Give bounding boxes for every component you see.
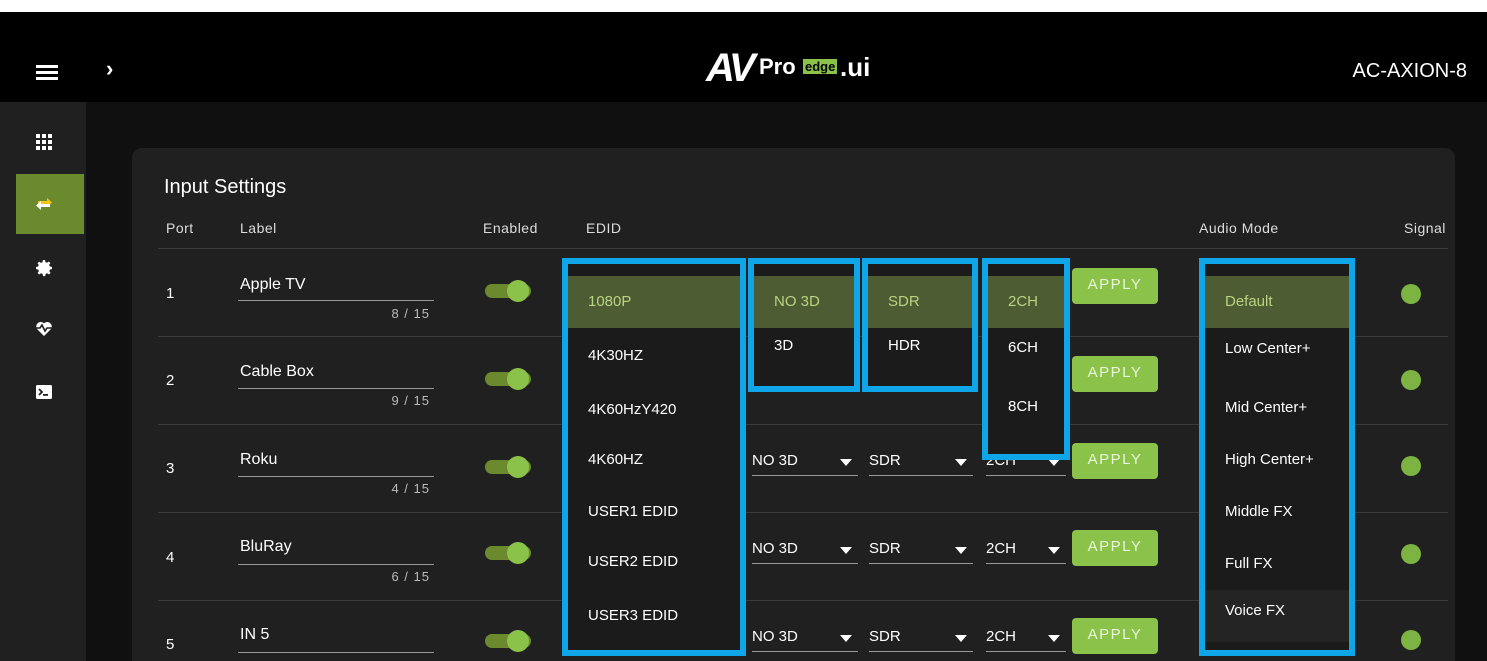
channel-highlight-frame [982, 258, 1070, 460]
signal-indicator [1401, 630, 1421, 650]
hdr-highlight-frame [862, 258, 978, 392]
column-header-label: Label [240, 220, 277, 236]
sidebar-item-settings[interactable] [0, 238, 86, 298]
port-label-input[interactable]: IN 5 [240, 626, 269, 644]
hdr-mode-select[interactable]: SDR [869, 448, 973, 476]
sidebar-item-console[interactable] [0, 362, 86, 422]
heart-pulse-icon [35, 322, 53, 336]
dropdown-arrow-icon [955, 547, 967, 554]
enabled-toggle[interactable] [485, 280, 535, 302]
input-underline [238, 564, 434, 565]
3d-highlight-frame [748, 258, 860, 392]
port-label-input[interactable]: Cable Box [240, 363, 314, 381]
port-number: 3 [166, 460, 175, 477]
top-bar: › AV Pro edge .ui AC-AXION-8 [0, 12, 1487, 102]
enabled-toggle[interactable] [485, 630, 535, 652]
column-header-signal: Signal [1404, 220, 1446, 236]
audio-mode-highlight-frame [1199, 258, 1355, 656]
apply-button[interactable]: APPLY [1072, 530, 1158, 566]
channel-select[interactable]: 2CH [986, 624, 1066, 652]
terminal-icon [36, 385, 52, 399]
divider [158, 248, 1448, 249]
port-label-input[interactable]: BluRay [240, 538, 292, 556]
column-header-enabled: Enabled [483, 220, 538, 236]
device-name: AC-AXION-8 [1352, 60, 1467, 82]
swap-arrows-icon [36, 198, 52, 210]
dropdown-arrow-icon [1048, 459, 1060, 466]
port-number: 5 [166, 636, 175, 653]
dropdown-arrow-icon [1048, 635, 1060, 642]
brand-logo: AV Pro edge .ui [706, 46, 871, 90]
page-title: Input Settings [164, 176, 287, 198]
grid-icon [36, 134, 52, 150]
sidebar-item-health[interactable] [0, 298, 86, 358]
input-underline [238, 300, 434, 301]
dropdown-arrow-icon [840, 547, 852, 554]
dropdown-arrow-icon [840, 459, 852, 466]
3d-mode-select[interactable]: NO 3D [752, 536, 858, 564]
port-number: 4 [166, 549, 175, 566]
dropdown-arrow-icon [955, 459, 967, 466]
dropdown-arrow-icon [840, 635, 852, 642]
port-number: 2 [166, 372, 175, 389]
sidebar-item-dashboard[interactable] [0, 112, 86, 172]
apply-button[interactable]: APPLY [1072, 618, 1158, 654]
sidebar-item-routing[interactable] [16, 174, 84, 234]
char-count: 6 / 15 [391, 569, 430, 584]
column-header-audio-mode: Audio Mode [1199, 220, 1279, 236]
input-underline [238, 476, 434, 477]
signal-indicator [1401, 544, 1421, 564]
char-count: 9 / 15 [391, 393, 430, 408]
channel-select[interactable]: 2CH [986, 536, 1066, 564]
enabled-toggle[interactable] [485, 542, 535, 564]
apply-button[interactable]: APPLY [1072, 356, 1158, 392]
hdr-mode-select[interactable]: SDR [869, 536, 973, 564]
dropdown-arrow-icon [1048, 547, 1060, 554]
port-label-input[interactable]: Apple TV [240, 276, 306, 294]
apply-button[interactable]: APPLY [1072, 268, 1158, 304]
port-number: 1 [166, 285, 175, 302]
enabled-toggle[interactable] [485, 368, 535, 390]
gear-icon [36, 260, 52, 277]
apply-button[interactable]: APPLY [1072, 443, 1158, 479]
column-header-port: Port [166, 220, 194, 236]
dropdown-arrow-icon [955, 635, 967, 642]
port-label-input[interactable]: Roku [240, 451, 277, 469]
3d-mode-select[interactable]: NO 3D [752, 448, 858, 476]
signal-indicator [1401, 284, 1421, 304]
column-header-edid: EDID [586, 220, 622, 236]
char-count: 8 / 15 [391, 306, 430, 321]
signal-indicator [1401, 370, 1421, 390]
edid-highlight-frame [562, 258, 746, 656]
chevron-right-icon[interactable]: › [106, 56, 113, 82]
char-count: 4 / 15 [391, 481, 430, 496]
signal-indicator [1401, 456, 1421, 476]
sidebar [0, 102, 86, 661]
input-underline [238, 388, 434, 389]
input-underline [238, 652, 434, 653]
hamburger-menu-icon[interactable] [36, 65, 58, 81]
enabled-toggle[interactable] [485, 456, 535, 478]
3d-mode-select[interactable]: NO 3D [752, 624, 858, 652]
hdr-mode-select[interactable]: SDR [869, 624, 973, 652]
